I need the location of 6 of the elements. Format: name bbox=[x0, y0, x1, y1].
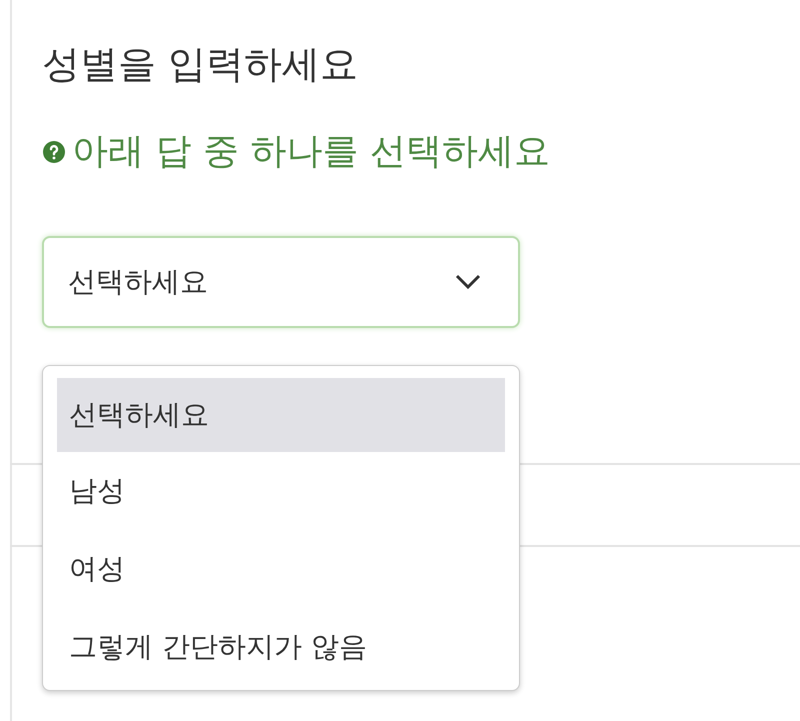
help-text: 아래 답 중 하나를 선택하세요 bbox=[72, 130, 550, 174]
question-title: 성별을 입력하세요 bbox=[42, 41, 358, 88]
dropdown-option[interactable]: 선택하세요 bbox=[57, 378, 505, 452]
help-icon bbox=[42, 140, 66, 164]
chevron-down-icon bbox=[454, 273, 482, 291]
gender-select[interactable]: 선택하세요 bbox=[42, 236, 520, 328]
